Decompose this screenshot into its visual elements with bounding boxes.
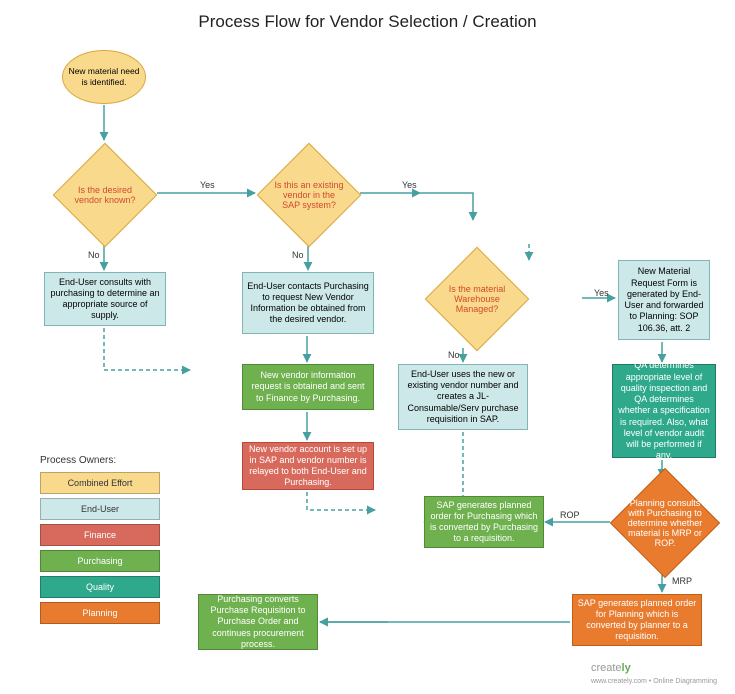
legend-title: Process Owners: xyxy=(40,455,160,466)
footer-tag: www.creately.com • Online Diagramming xyxy=(591,678,717,685)
decision-vendor-known: Is the desired vendor known? xyxy=(53,143,158,248)
legend-combined: Combined Effort xyxy=(40,472,160,494)
decision-mrp-rop: Planning consults with Purchasing to det… xyxy=(610,468,720,578)
decision-warehouse-managed: Is the material Warehouse Managed? xyxy=(425,247,530,352)
box-account: New vendor account is set up in SAP and … xyxy=(242,442,374,490)
label-no-2: No xyxy=(292,250,304,260)
label-rop: ROP xyxy=(560,510,580,520)
label-yes-1: Yes xyxy=(200,180,215,190)
legend-purchasing: Purchasing xyxy=(40,550,160,572)
diagram-title: Process Flow for Vendor Selection / Crea… xyxy=(0,12,735,32)
legend-quality: Quality xyxy=(40,576,160,598)
legend: Process Owners: Combined Effort End-User… xyxy=(40,455,160,628)
box-mrp-order: SAP generates planned order for Planning… xyxy=(572,594,702,646)
legend-finance: Finance xyxy=(40,524,160,546)
box-jl-requisition: End-User uses the new or existing vendor… xyxy=(398,364,528,430)
box-consult: End-User consults with purchasing to det… xyxy=(44,272,166,326)
label-mrp: MRP xyxy=(672,576,692,586)
box-rop-order: SAP generates planned order for Purchasi… xyxy=(424,496,544,548)
box-qa: QA determines appropriate level of quali… xyxy=(612,364,716,458)
label-yes-3: Yes xyxy=(594,288,609,298)
box-vendor-info: New vendor information request is obtain… xyxy=(242,364,374,410)
footer-brand: creately xyxy=(591,662,631,674)
label-no-3: No xyxy=(448,350,460,360)
label-yes-2: Yes xyxy=(402,180,417,190)
box-new-material-request: New Material Request Form is generated b… xyxy=(618,260,710,340)
label-no-1: No xyxy=(88,250,100,260)
footer: creately www.creately.com • Online Diagr… xyxy=(591,662,717,686)
legend-enduser: End-User xyxy=(40,498,160,520)
start-node: New material need is identified. xyxy=(62,50,146,104)
box-convert: Purchasing converts Purchase Requisition… xyxy=(198,594,318,650)
box-contact: End-User contacts Purchasing to request … xyxy=(242,272,374,334)
decision-existing-vendor: Is this an existing vendor in the SAP sy… xyxy=(257,143,362,248)
flow-diagram: Process Flow for Vendor Selection / Crea… xyxy=(0,0,735,694)
legend-planning: Planning xyxy=(40,602,160,624)
